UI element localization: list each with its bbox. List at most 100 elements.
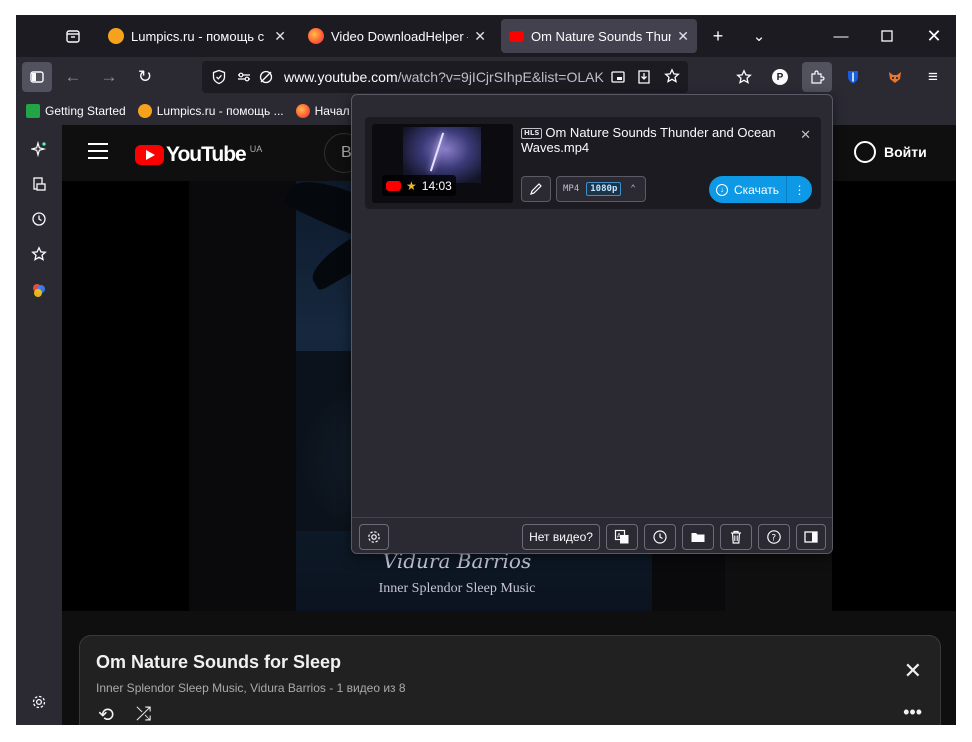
arrow-left-icon: ←: [64, 67, 82, 86]
item-filename-text: Om Nature Sounds Thunder and Ocean Waves…: [521, 125, 776, 155]
gear-icon: [368, 531, 380, 543]
folder-icon: [691, 533, 705, 542]
sidebar-history[interactable]: [27, 207, 51, 231]
clear-list-button[interactable]: [720, 524, 752, 550]
sidebar-customize[interactable]: [27, 690, 51, 714]
tab-youtube-active[interactable]: Om Nature Sounds Thunder and Ocean Waves…: [501, 19, 697, 53]
reader-view-button[interactable]: [729, 62, 759, 92]
youtube-sign-in-button[interactable]: Войти: [854, 141, 927, 163]
close-playlist-icon[interactable]: ✕: [904, 658, 922, 684]
firefox-view-icon: [66, 30, 80, 43]
lumpics-favicon-icon: [108, 28, 124, 44]
history-button[interactable]: [644, 524, 676, 550]
firefox-favicon-icon: [308, 28, 324, 44]
close-tab-icon[interactable]: ✕: [474, 28, 486, 45]
reload-icon: ↻: [137, 67, 153, 86]
settings-button[interactable]: [359, 524, 389, 550]
tab-video-downloadhelper[interactable]: Video DownloadHelper – отзывы ✕: [300, 19, 494, 53]
download-arrow-icon: ↓: [716, 183, 728, 196]
new-tab-button[interactable]: +: [705, 23, 731, 49]
close-window-button[interactable]: ✕: [921, 23, 947, 49]
minimize-icon: —: [833, 27, 849, 45]
playlist-panel: Om Nature Sounds for Sleep Inner Splendo…: [79, 635, 941, 725]
loop-playlist-icon[interactable]: ⟲: [98, 704, 114, 725]
video-downloadhelper-popup: ★ 14:03 HLS Om Nature Sounds Thunder and …: [351, 94, 833, 554]
help-button[interactable]: ?: [758, 524, 790, 550]
sidebar-icon: [30, 71, 44, 83]
close-icon: ✕: [926, 25, 942, 46]
resolution-badge: 1080p: [586, 182, 622, 196]
clock-icon: [653, 530, 667, 544]
sidebar-toggle-button[interactable]: [22, 62, 52, 92]
list-all-tabs-button[interactable]: ⌄: [746, 23, 772, 49]
rename-button[interactable]: [521, 176, 551, 202]
picture-in-picture-icon[interactable]: [610, 69, 626, 85]
help-icon: ?: [767, 530, 781, 544]
item-filename: HLS Om Nature Sounds Thunder and Ocean Wa…: [521, 125, 791, 155]
thumbnail-badge: ★ 14:03: [382, 175, 456, 196]
no-video-label: Нет видео?: [529, 530, 593, 544]
download-options-button[interactable]: ⋮: [786, 176, 812, 203]
download-split-button: ↓ Скачать ⋮: [709, 176, 812, 203]
sidebar-bookmarks[interactable]: [27, 242, 51, 266]
close-tab-icon[interactable]: ✕: [274, 28, 286, 45]
shield-icon[interactable]: [211, 69, 227, 85]
colorful-extension-icon: [33, 284, 45, 297]
playlist-title[interactable]: Om Nature Sounds for Sleep: [96, 652, 341, 673]
autoplay-blocked-icon[interactable]: [258, 69, 274, 85]
sidebar-ai-chatbot[interactable]: [27, 137, 51, 161]
minimize-button[interactable]: —: [828, 23, 854, 49]
save-to-pocket-icon[interactable]: [636, 69, 652, 85]
extensions-button[interactable]: [802, 62, 832, 92]
bookmark-label: Lumpics.ru - помощь ...: [156, 104, 284, 118]
shuffle-playlist-icon[interactable]: ⤮: [136, 704, 151, 725]
dismiss-item-icon[interactable]: ✕: [800, 127, 811, 143]
translate-icon: A: [614, 529, 629, 544]
no-video-button[interactable]: Нет видео?: [522, 524, 600, 550]
bitwarden-extension-button[interactable]: [838, 62, 868, 92]
download-button[interactable]: ↓ Скачать: [709, 176, 786, 203]
pocket-extension-button[interactable]: P: [765, 62, 795, 92]
account-icon: [854, 141, 876, 163]
app-menu-button[interactable]: ≡: [918, 62, 948, 92]
bookmarks-star-icon: [31, 246, 47, 261]
reload-button[interactable]: ↻: [130, 62, 160, 92]
firefox-view-button[interactable]: [60, 23, 86, 49]
maximize-button[interactable]: [874, 23, 900, 49]
getting-started-icon: [26, 104, 40, 118]
bookmark-label: Начал: [314, 104, 350, 118]
sidebar-extension[interactable]: [27, 278, 51, 302]
youtube-region: UA: [249, 144, 263, 154]
open-sidebar-button[interactable]: [796, 524, 826, 550]
tab-lumpics[interactable]: Lumpics.ru - помощь с компьютером ✕: [100, 19, 294, 53]
bookmark-star-icon[interactable]: [664, 68, 680, 84]
bookmark-start[interactable]: Начал: [295, 104, 350, 118]
youtube-favicon-icon: [509, 30, 524, 42]
youtube-logo[interactable]: YouTube UA: [135, 143, 262, 167]
fox-extension-button[interactable]: [880, 62, 910, 92]
bookmark-lumpics[interactable]: Lumpics.ru - помощь ...: [137, 104, 284, 118]
lumpics-favicon-icon: [137, 104, 152, 118]
bookmark-getting-started[interactable]: Getting Started: [26, 104, 126, 118]
translate-button[interactable]: A: [606, 524, 638, 550]
fox-extension-icon: [889, 72, 901, 83]
url-host: www.youtube.com: [284, 69, 398, 85]
item-thumbnail: ★ 14:03: [372, 124, 513, 203]
plus-icon: +: [712, 25, 724, 46]
popup-footer: Нет видео? A ?: [352, 517, 832, 553]
download-item: ★ 14:03 HLS Om Nature Sounds Thunder and …: [365, 117, 821, 209]
back-button[interactable]: ←: [58, 62, 88, 92]
star-settings-icon: [736, 69, 752, 84]
firefox-favicon-icon: [295, 104, 310, 118]
youtube-play-icon: [135, 145, 164, 165]
close-tab-icon[interactable]: ✕: [677, 28, 689, 45]
open-folder-button[interactable]: [682, 524, 714, 550]
format-selector[interactable]: MP4 1080p ⌃: [556, 176, 646, 202]
playlist-more-icon[interactable]: •••: [903, 702, 922, 723]
playlist-subtitle: Inner Splendor Sleep Music, Vidura Barri…: [96, 681, 406, 695]
youtube-menu-icon[interactable]: [88, 143, 108, 159]
url-bar[interactable]: www.youtube.com/watch?v=9jICjrSIhpE&list…: [202, 61, 688, 93]
sidebar-synced-tabs[interactable]: [27, 172, 51, 196]
forward-button[interactable]: →: [94, 62, 124, 92]
permissions-icon[interactable]: [236, 69, 252, 85]
